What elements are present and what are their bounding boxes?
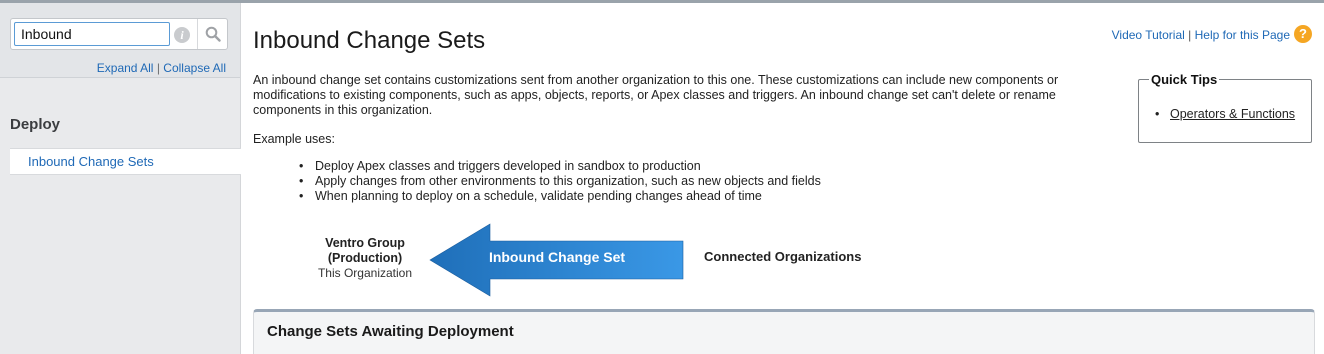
help-separator: | [1188, 28, 1192, 42]
video-tutorial-link[interactable]: Video Tutorial [1112, 28, 1185, 42]
example-uses-list: Deploy Apex classes and triggers develop… [299, 159, 821, 204]
info-icon[interactable]: i [174, 27, 190, 43]
expand-all-link[interactable]: Expand All [97, 61, 154, 75]
help-links: Video Tutorial | Help for this Page [1112, 28, 1290, 42]
link-separator: | [156, 61, 160, 75]
quick-tips-box: Quick Tips Operators & Functions [1138, 72, 1312, 143]
help-icon[interactable]: ? [1294, 25, 1312, 43]
quick-find-box: i [10, 18, 228, 50]
sidebar-item-inbound-change-sets[interactable]: Inbound Change Sets [10, 148, 241, 175]
expand-collapse-links: Expand All | Collapse All [97, 61, 226, 75]
collapse-all-link[interactable]: Collapse All [163, 61, 226, 75]
quick-tips-list: Operators & Functions [1155, 107, 1295, 121]
help-for-page-link[interactable]: Help for this Page [1195, 28, 1290, 42]
sidebar-section-deploy[interactable]: Deploy [10, 116, 60, 133]
list-item: Apply changes from other environments to… [299, 174, 821, 189]
search-button[interactable] [197, 19, 228, 49]
example-uses-label: Example uses: [253, 132, 335, 146]
connected-organizations-label: Connected Organizations [704, 249, 862, 264]
quick-tips-title: Quick Tips [1149, 72, 1220, 87]
arrow-label: Inbound Change Set [488, 249, 626, 265]
awaiting-deployment-section: Change Sets Awaiting Deployment [253, 309, 1315, 354]
main-content: Inbound Change Sets Video Tutorial | Hel… [242, 3, 1324, 354]
quick-find-input[interactable] [14, 22, 170, 46]
page-title: Inbound Change Sets [253, 27, 486, 54]
list-item: Deploy Apex classes and triggers develop… [299, 159, 821, 174]
operators-functions-link[interactable]: Operators & Functions [1170, 107, 1295, 121]
sidebar: i Expand All | Collapse All Deploy Inbou… [0, 3, 241, 354]
list-item: When planning to deploy on a schedule, v… [299, 189, 821, 204]
this-org-name: Ventro Group (Production) [325, 236, 405, 265]
this-org-label: This Organization [317, 266, 413, 280]
search-icon [205, 26, 221, 42]
change-set-diagram: Ventro Group (Production) This Organizat… [242, 223, 942, 303]
quick-find-panel: i Expand All | Collapse All [0, 3, 240, 78]
section-title: Change Sets Awaiting Deployment [267, 323, 514, 340]
intro-text: An inbound change set contains customiza… [253, 73, 1059, 117]
list-item: Operators & Functions [1155, 107, 1295, 121]
